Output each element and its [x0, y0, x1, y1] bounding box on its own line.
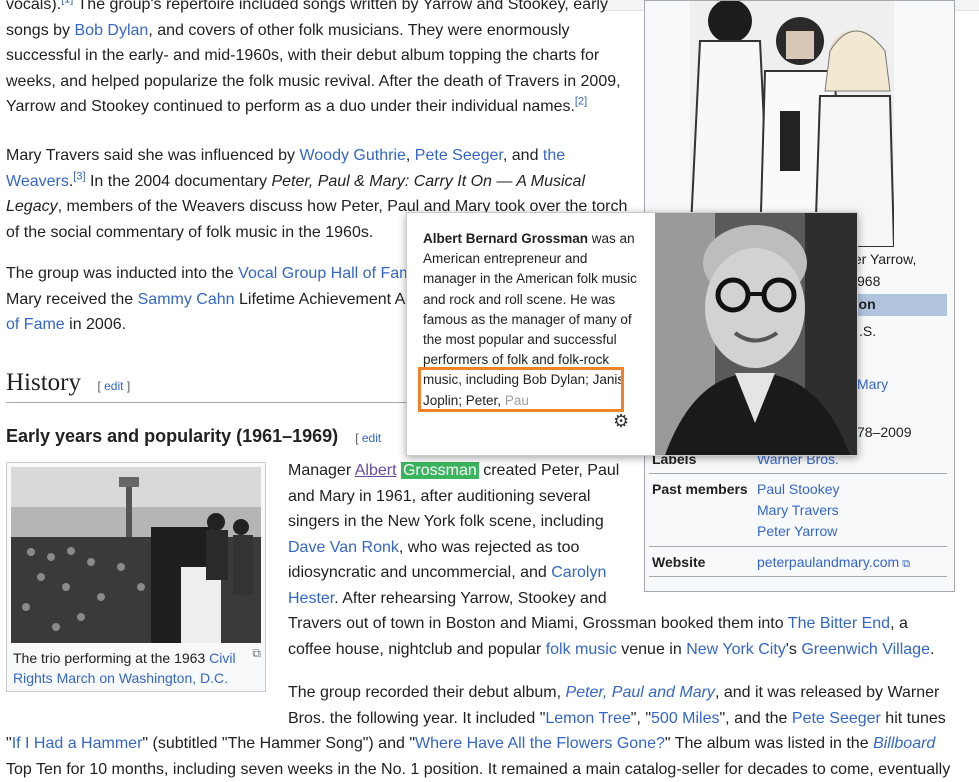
- link-new-york-city[interactable]: New York City: [686, 641, 786, 658]
- link-500-miles[interactable]: 500 Miles: [651, 710, 719, 727]
- external-link-icon: ⧉: [899, 558, 911, 570]
- link-of-fame[interactable]: of Fame: [6, 316, 65, 333]
- website-link[interactable]: peterpaulandmary.com: [757, 554, 899, 570]
- infobox-divider-3: [649, 576, 947, 577]
- link-billboard[interactable]: Billboard: [873, 735, 935, 752]
- infobox-divider-2: [649, 546, 947, 547]
- paragraph-1: vocals).[1] The group's repertoire inclu…: [6, 0, 621, 115]
- infobox-website-label: Website: [652, 554, 706, 570]
- infobox-caption-fragment-2: 968: [857, 273, 881, 289]
- link-greenwich-village[interactable]: Greenwich Village: [801, 641, 930, 658]
- link-albert[interactable]: Albert: [355, 462, 397, 479]
- paragraph-5: The group recorded their debut album, Pe…: [6, 684, 951, 778]
- link-the[interactable]: the: [543, 147, 565, 164]
- link-bitter-end[interactable]: The Bitter End: [788, 615, 890, 632]
- link-pete-seeger-2[interactable]: Pete Seeger: [792, 710, 881, 727]
- paragraph-3: The group was inducted into the Vocal Gr…: [6, 265, 413, 333]
- link-weavers[interactable]: Weavers: [6, 173, 69, 190]
- link-flowers[interactable]: Where Have All the Flowers Gone?: [415, 735, 665, 752]
- history-title: History: [6, 369, 81, 396]
- subheading-edit[interactable]: [ edit: [355, 431, 381, 445]
- infobox-member-peter-yarrow[interactable]: Peter Yarrow: [757, 521, 837, 542]
- annotation-highlight-box: [418, 367, 624, 412]
- link-pete-seeger[interactable]: Pete Seeger: [415, 147, 503, 164]
- infobox-member-mary-travers[interactable]: Mary Travers: [757, 500, 839, 521]
- link-bob-dylan[interactable]: Bob Dylan: [75, 22, 149, 39]
- link-hester[interactable]: Hester: [288, 590, 334, 607]
- ref-2[interactable]: [2]: [575, 96, 587, 108]
- infobox-caption-fragment: ter Yarrow,: [850, 251, 917, 267]
- link-woody-guthrie[interactable]: Woody Guthrie: [299, 147, 405, 164]
- history-edit[interactable]: [ edit ]: [97, 379, 130, 393]
- preview-settings-gear-icon[interactable]: ⚙: [613, 411, 629, 432]
- link-vocal-group-hall[interactable]: Vocal Group Hall of Fam: [238, 265, 412, 282]
- grossman-portrait: [655, 213, 857, 455]
- link-album[interactable]: Peter, Paul and Mary: [566, 684, 715, 701]
- link-grossman-highlighted[interactable]: Grossman: [400, 462, 479, 479]
- link-if-i-had-a-hammer[interactable]: If I Had a Hammer: [12, 735, 143, 752]
- band-photo[interactable]: [690, 1, 894, 247]
- infobox-fragment-origin: .S.: [859, 323, 877, 339]
- link-lemon-tree[interactable]: Lemon Tree: [545, 710, 630, 727]
- subheading-early-years: Early years and popularity (1961–1969) […: [6, 426, 382, 446]
- paragraph-4-continued: Travers out of town in Boston and Miami,…: [288, 615, 935, 658]
- link-carolyn[interactable]: Carolyn: [551, 564, 606, 581]
- link-sammy-cahn[interactable]: Sammy Cahn: [138, 291, 235, 308]
- link-dave-van-ronk[interactable]: Dave Van Ronk: [288, 539, 399, 556]
- infobox-link-fragment[interactable]: Mary: [857, 374, 888, 395]
- infobox-member-paul-stookey[interactable]: Paul Stookey: [757, 479, 840, 500]
- ref-3[interactable]: [3]: [73, 170, 85, 182]
- paragraph-4: Manager Albert Grossman created Peter, P…: [288, 462, 620, 607]
- link-folk-music[interactable]: folk music: [546, 641, 617, 658]
- infobox-past-members-label: Past members: [652, 481, 748, 497]
- infobox-divider: [649, 473, 947, 474]
- infobox-years-fragment: 78–2009: [857, 424, 912, 440]
- page-preview-popup[interactable]: Albert Bernard Grossman was an American …: [406, 212, 858, 456]
- infobox-website[interactable]: peterpaulandmary.com ⧉: [757, 552, 910, 575]
